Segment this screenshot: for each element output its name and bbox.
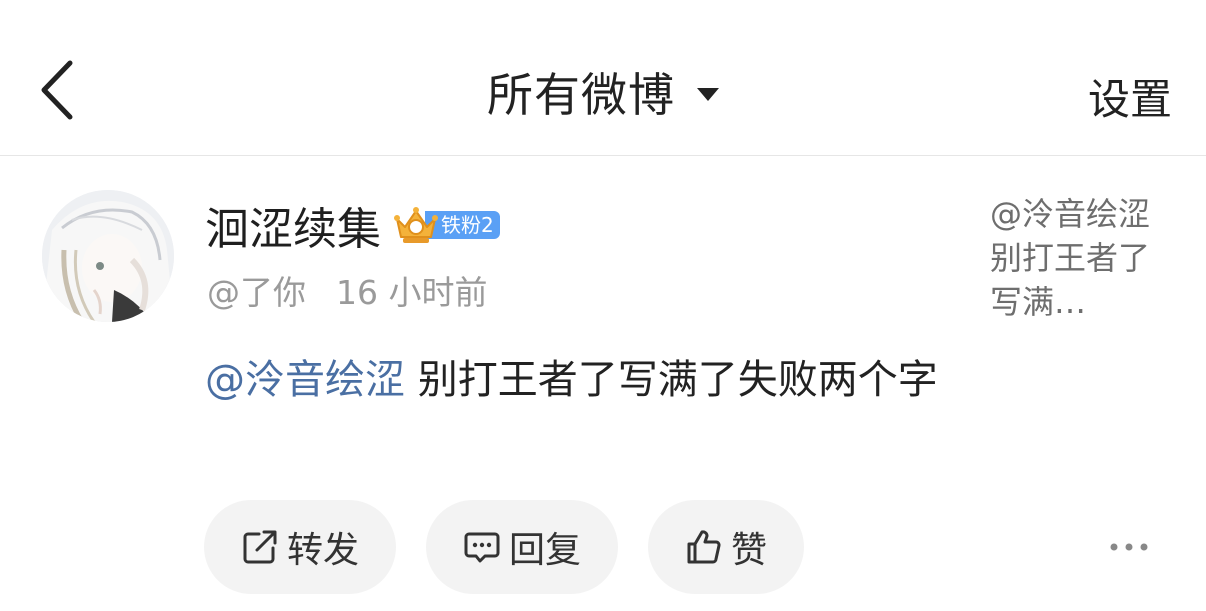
more-options-button[interactable] xyxy=(1104,524,1154,570)
author-name[interactable]: 洄涩续集 xyxy=(205,193,381,257)
post-actions: 转发 回复 赞 xyxy=(204,500,804,594)
feed-filter-dropdown[interactable]: 所有微博 xyxy=(0,60,1206,124)
author-row: 洄涩续集 铁粉2 xyxy=(205,194,500,256)
like-label: 赞 xyxy=(730,530,767,571)
reply-label: 回复 xyxy=(508,530,581,571)
caret-down-icon xyxy=(697,87,719,101)
top-nav-bar: 所有微博 设置 xyxy=(0,0,1206,156)
forward-button[interactable]: 转发 xyxy=(204,500,396,594)
more-horizontal-icon xyxy=(1110,543,1148,551)
mention-link[interactable]: @泠音绘涩 xyxy=(205,357,405,403)
avatar-image xyxy=(42,190,174,322)
reply-target[interactable]: @了你 xyxy=(207,266,306,314)
post-content: @泠音绘涩 别打王者了写满了失败两个字 xyxy=(205,348,945,412)
like-button[interactable]: 赞 xyxy=(648,500,804,594)
thumbs-up-icon xyxy=(687,530,721,564)
crown-icon xyxy=(394,207,438,243)
notification-page: 所有微博 设置 洄涩续集 铁粉2 @了你 16 小时前 @泠音绘涩 别打王者了写… xyxy=(0,0,1206,611)
forward-label: 转发 xyxy=(286,530,359,571)
avatar[interactable] xyxy=(42,190,174,322)
post-text: 别打王者了写满了失败两个字 xyxy=(405,357,938,403)
quoted-post-preview[interactable]: @泠音绘涩 别打王者了写满… xyxy=(990,192,1174,324)
fan-level-badge[interactable]: 铁粉2 xyxy=(393,203,500,247)
post-meta: @了你 16 小时前 xyxy=(207,266,487,314)
post-time: 16 小时前 xyxy=(336,273,488,312)
page-title: 所有微博 xyxy=(487,68,675,122)
reply-button[interactable]: 回复 xyxy=(426,500,618,594)
share-icon xyxy=(243,530,277,564)
settings-button[interactable]: 设置 xyxy=(1088,66,1172,127)
comment-icon xyxy=(464,532,500,563)
